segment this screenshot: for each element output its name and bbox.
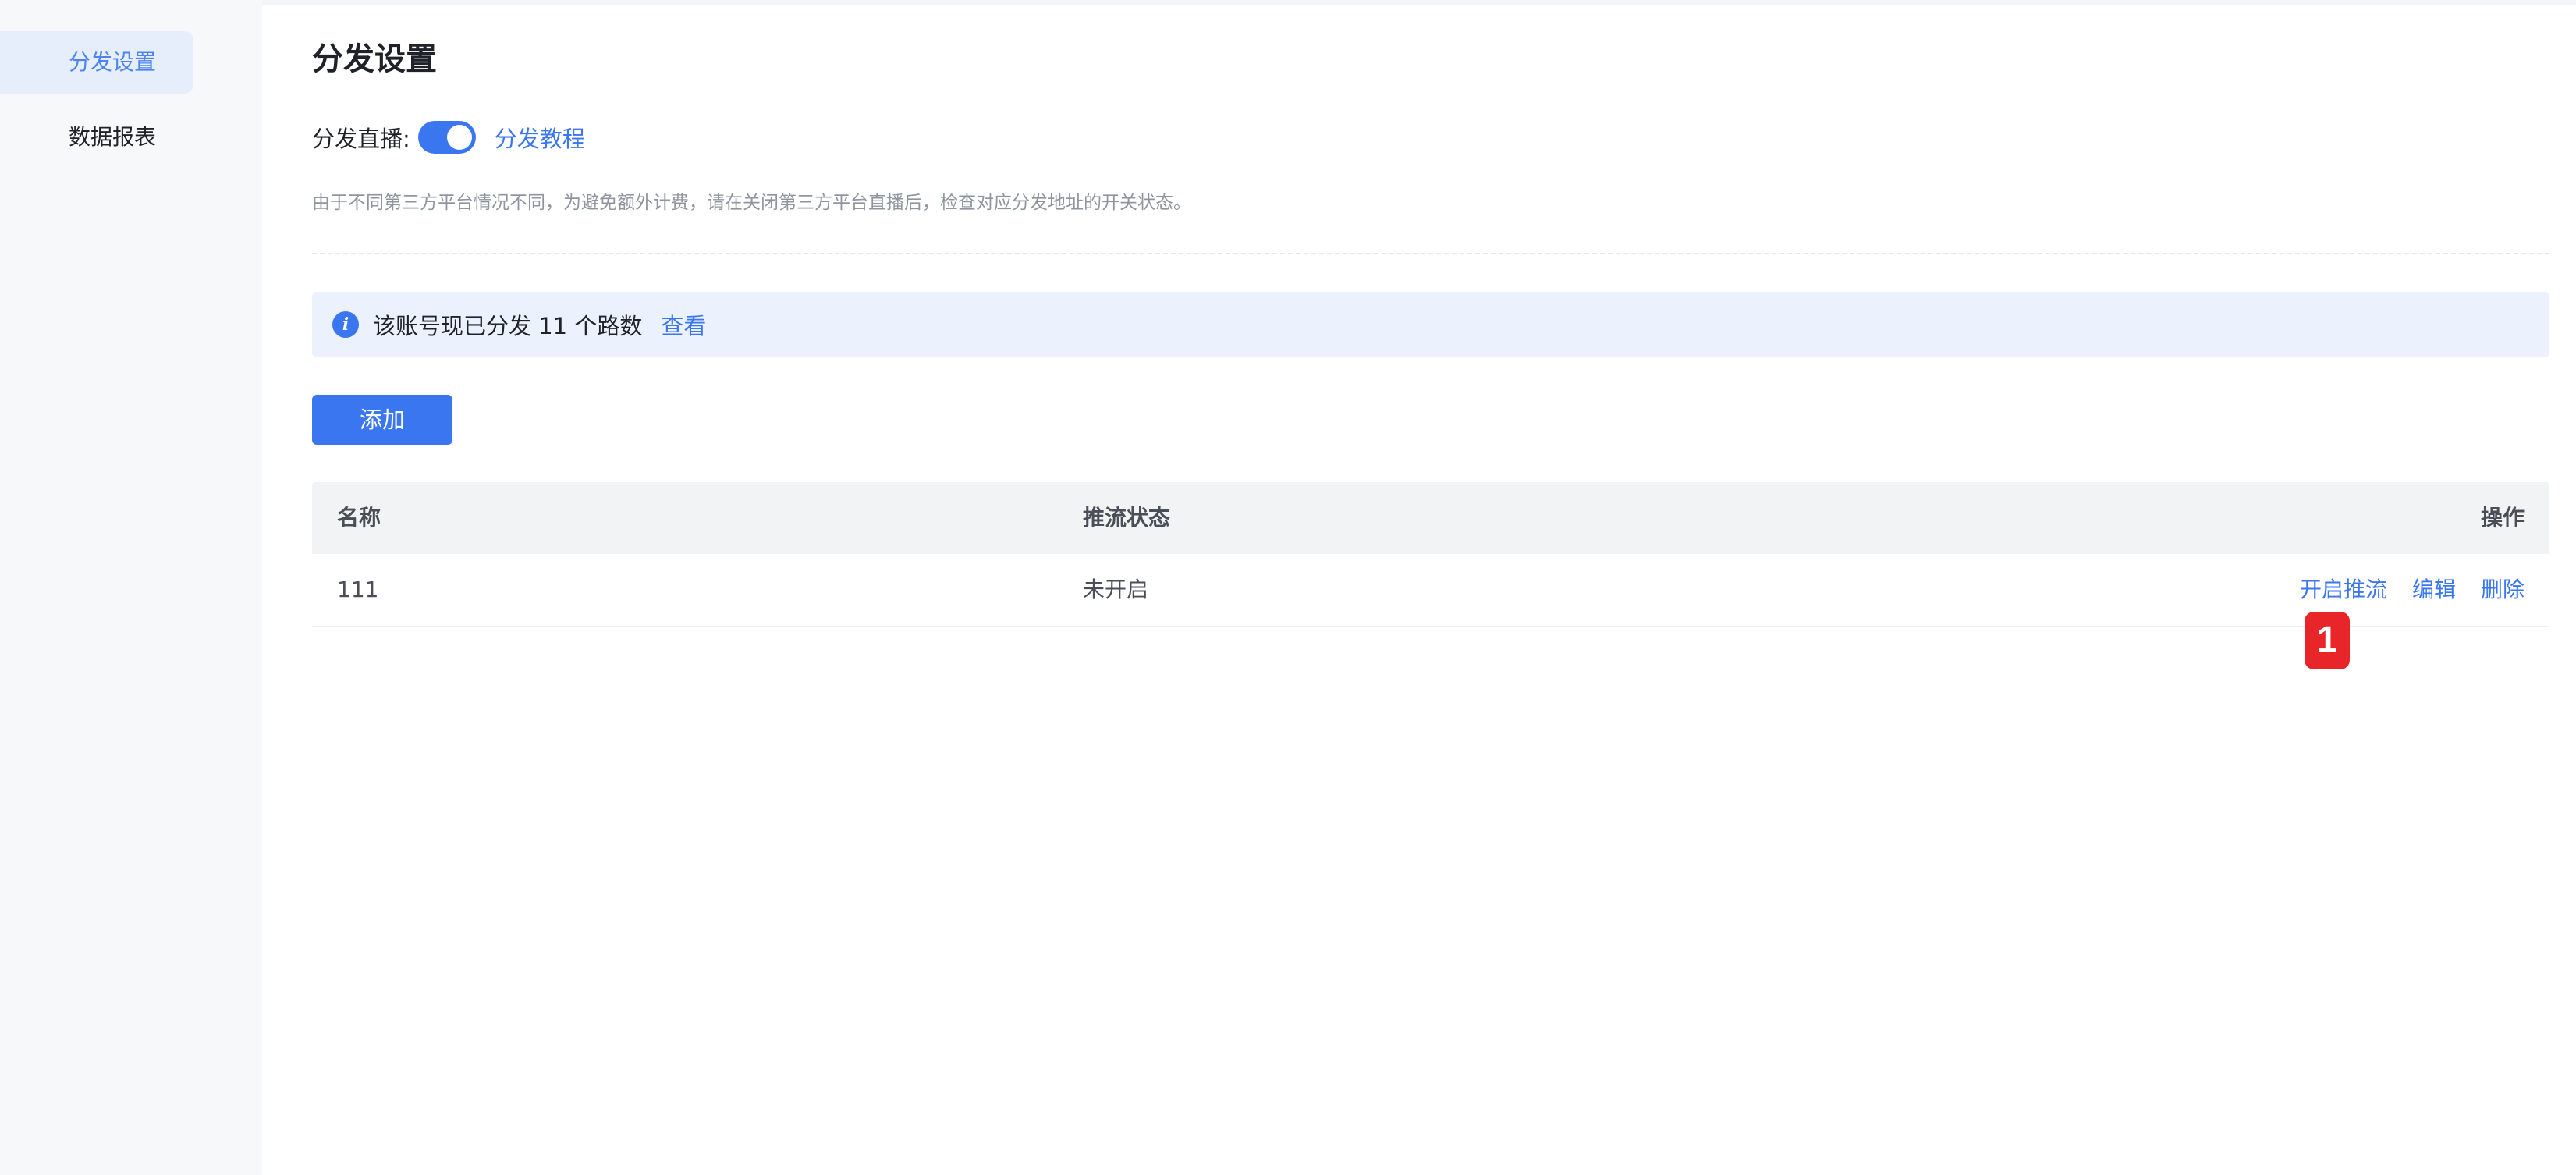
add-button[interactable]: 添加: [312, 395, 452, 445]
main-content: 分发设置 分发直播: 分发教程 由于不同第三方平台情况不同，为避免额外计费，请在…: [312, 0, 2549, 1175]
column-header-actions: 操作: [2480, 505, 2525, 531]
notice-text: 该账号现已分发 11 个路数: [373, 313, 643, 339]
tutorial-link[interactable]: 分发教程: [495, 121, 585, 154]
notice-banner: i 该账号现已分发 11 个路数 查看: [312, 292, 2549, 357]
row-name-cell: 111: [337, 577, 379, 602]
dashed-divider: [312, 253, 2549, 254]
distribution-toggle[interactable]: [417, 121, 476, 154]
row-status-cell: 未开启: [1083, 577, 1149, 602]
annotation-badge: 1: [2305, 612, 2350, 669]
sidebar-item-distribution-settings[interactable]: 分发设置: [0, 31, 193, 94]
view-link[interactable]: 查看: [661, 308, 706, 341]
column-header-name: 名称: [337, 505, 381, 531]
page-title: 分发设置: [312, 41, 437, 77]
distribution-table: 名称 推流状态 操作 111 未开启 开启推流 编辑 删除: [312, 482, 2549, 627]
info-icon: i: [332, 311, 359, 338]
delete-button[interactable]: 删除: [2481, 554, 2525, 626]
edit-button[interactable]: 编辑: [2412, 554, 2456, 626]
app-layout: 分发设置 数据报表 分发设置 分发直播: 分发教程 由于不同第三方平台情况不同，…: [0, 0, 2576, 1175]
toggle-knob: [446, 125, 472, 150]
table-header: 名称 推流状态 操作: [312, 482, 2549, 554]
table-row: 111 未开启 开启推流 编辑 删除: [312, 554, 2549, 627]
column-header-status: 推流状态: [1083, 505, 1171, 531]
distribution-switch-label: 分发直播:: [312, 126, 410, 152]
hint-text: 由于不同第三方平台情况不同，为避免额外计费，请在关闭第三方平台直播后，检查对应分…: [312, 193, 1191, 213]
sidebar: 分发设置 数据报表: [0, 0, 262, 1175]
distribution-switch-row: 分发直播: 分发教程: [312, 117, 585, 158]
sidebar-item-data-report[interactable]: 数据报表: [0, 106, 193, 169]
